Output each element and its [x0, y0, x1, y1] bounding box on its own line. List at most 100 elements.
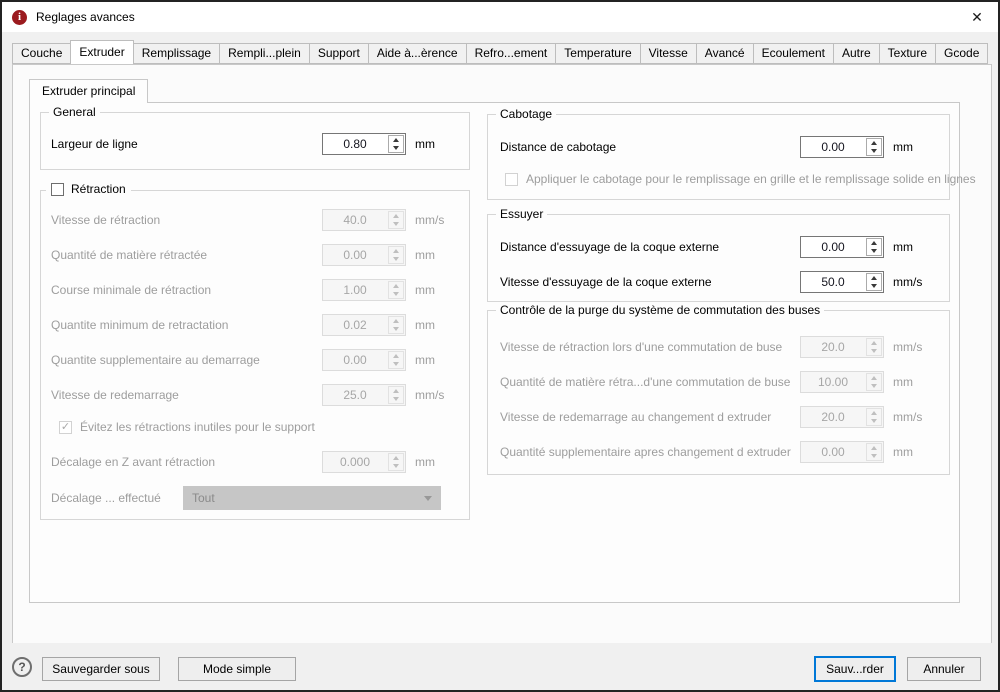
tab-autre[interactable]: Autre: [832, 43, 880, 64]
group-retraction: Rétraction Vitesse de rétraction 40.0 mm…: [40, 182, 470, 520]
spin-value: 25.0: [343, 388, 367, 402]
spin-up-icon: [389, 282, 403, 290]
spin-value: 0.00: [821, 445, 845, 459]
tab-avance[interactable]: Avancé: [695, 43, 754, 64]
spin-down-icon: [389, 360, 403, 368]
spin-up-icon: [389, 387, 403, 395]
spin-value: 0.00: [343, 353, 367, 367]
spin-up-icon: [389, 212, 403, 220]
checkbox-label: Appliquer le cabotage pour le remplissag…: [526, 172, 976, 186]
spin-value[interactable]: 0.00: [801, 137, 865, 157]
tab-remplissage[interactable]: Remplissage: [132, 43, 221, 64]
spin-up-icon[interactable]: [867, 274, 881, 282]
spin-value: 40.0: [343, 213, 367, 227]
advanced-settings-dialog: i Reglages avances ✕ Couche Extruder Rem…: [0, 0, 1000, 692]
save-as-button[interactable]: Sauvegarder sous: [42, 657, 160, 681]
simple-mode-button[interactable]: Mode simple: [178, 657, 296, 681]
spin-value[interactable]: 50.0: [801, 272, 865, 292]
spin-buttons[interactable]: [388, 135, 404, 153]
app-info-icon: i: [12, 9, 27, 25]
spin-value[interactable]: 0.80: [323, 134, 387, 154]
spin-down-icon: [389, 255, 403, 263]
spin-down-icon: [867, 382, 881, 390]
group-essuyer-title: Essuyer: [496, 207, 548, 222]
spin-up-icon: [867, 444, 881, 452]
largeur-de-ligne-spinbox[interactable]: 0.80: [322, 133, 406, 155]
spin-buttons: [866, 373, 882, 391]
retraction-checkbox[interactable]: [51, 182, 64, 196]
field-quantite-minimum: Quantite minimum de retractation 0.02 mm: [51, 314, 459, 336]
spin-down-icon: [867, 452, 881, 460]
spin-value: 0.02: [343, 318, 367, 332]
spin-up-icon: [389, 352, 403, 360]
spin-up-icon[interactable]: [867, 239, 881, 247]
tab-couche[interactable]: Couche: [12, 43, 72, 64]
field-course-minimale: Course minimale de rétraction 1.00 mm: [51, 279, 459, 301]
unit-label: mm: [415, 353, 435, 367]
field-decalage-effectue: Décalage ... effectué Tout: [51, 486, 459, 510]
spin-up-icon[interactable]: [389, 136, 403, 144]
group-cabotage: Cabotage Distance de cabotage 0.00 mm Ap…: [487, 107, 976, 200]
spin-value: 10.00: [817, 375, 849, 389]
spin-buttons: [388, 211, 404, 229]
vitesse-redemarrage-spinbox: 25.0: [322, 384, 406, 406]
course-minimale-spinbox: 1.00: [322, 279, 406, 301]
spin-buttons: [866, 443, 882, 461]
spin-buttons[interactable]: [866, 238, 882, 256]
title-bar: i Reglages avances ✕: [2, 2, 998, 32]
tab-texture[interactable]: Texture: [878, 43, 937, 64]
spin-up-icon: [389, 317, 403, 325]
tab-gcode[interactable]: Gcode: [935, 43, 989, 64]
spin-down-icon[interactable]: [867, 147, 881, 155]
tab-support[interactable]: Support: [308, 43, 369, 64]
unit-label: mm/s: [893, 275, 923, 289]
tab-aide-adherence[interactable]: Aide à...èrence: [367, 43, 467, 64]
spin-down-icon[interactable]: [867, 282, 881, 290]
unit-label: mm: [893, 140, 913, 154]
tab-extruder-principal[interactable]: Extruder principal: [29, 79, 149, 103]
field-vitesse-retraction-commutation: Vitesse de rétraction lors d'une commuta…: [500, 336, 937, 358]
spin-down-icon[interactable]: [389, 144, 403, 152]
tab-vitesse[interactable]: Vitesse: [639, 43, 697, 64]
field-distance-cabotage: Distance de cabotage 0.00 mm: [500, 136, 937, 158]
vitesse-essuyage-spinbox[interactable]: 50.0: [800, 271, 884, 293]
spin-down-icon[interactable]: [867, 247, 881, 255]
help-icon[interactable]: ?: [12, 657, 32, 677]
vitesse-retraction-commutation-spinbox: 20.0: [800, 336, 884, 358]
unit-label: mm: [415, 248, 435, 262]
spin-up-icon[interactable]: [867, 139, 881, 147]
field-label: Quantité de matière rétra...d'une commut…: [500, 375, 791, 389]
field-label: Distance d'essuyage de la coque externe: [500, 240, 720, 254]
window-title: Reglages avances: [36, 10, 135, 24]
spin-buttons: [866, 338, 882, 356]
field-label: Vitesse de redemarrage au changement d e…: [500, 410, 772, 424]
spin-down-icon: [389, 462, 403, 470]
avoid-retractions-checkbox-row: ✓ Évitez les rétractions inutiles pour l…: [59, 419, 459, 435]
spin-down-icon: [867, 417, 881, 425]
tab-temperature[interactable]: Temperature: [555, 43, 641, 64]
distance-essuyage-spinbox[interactable]: 0.00: [800, 236, 884, 258]
tab-ecoulement[interactable]: Ecoulement: [752, 43, 834, 64]
save-button[interactable]: Sauv...rder: [814, 656, 896, 682]
field-quantite-supplementaire-extruder: Quantité supplementaire apres changement…: [500, 441, 937, 463]
unit-label: mm/s: [415, 213, 445, 227]
spin-value: 20.0: [821, 410, 845, 424]
tab-extruder[interactable]: Extruder: [70, 40, 134, 64]
decalage-z-spinbox: 0.000: [322, 451, 406, 473]
quantite-minimum-spinbox: 0.02: [322, 314, 406, 336]
spin-value[interactable]: 0.00: [801, 237, 865, 257]
tab-remplissage-plein[interactable]: Rempli...plein: [219, 43, 310, 64]
spin-buttons[interactable]: [866, 138, 882, 156]
distance-cabotage-spinbox[interactable]: 0.00: [800, 136, 884, 158]
vitesse-redemarrage-extruder-spinbox: 20.0: [800, 406, 884, 428]
tab-refroidissement[interactable]: Refro...ement: [465, 43, 557, 64]
group-purge-title: Contrôle de la purge du système de commu…: [496, 303, 825, 318]
spin-value: 0.00: [343, 248, 367, 262]
spin-buttons[interactable]: [866, 273, 882, 291]
unit-label: mm: [415, 283, 435, 297]
group-general-title: General: [49, 105, 100, 120]
field-quantite-supplementaire: Quantite supplementaire au demarrage 0.0…: [51, 349, 459, 371]
cancel-button[interactable]: Annuler: [907, 657, 981, 681]
group-purge-control: Contrôle de la purge du système de commu…: [487, 303, 950, 475]
close-icon[interactable]: ✕: [956, 2, 998, 32]
